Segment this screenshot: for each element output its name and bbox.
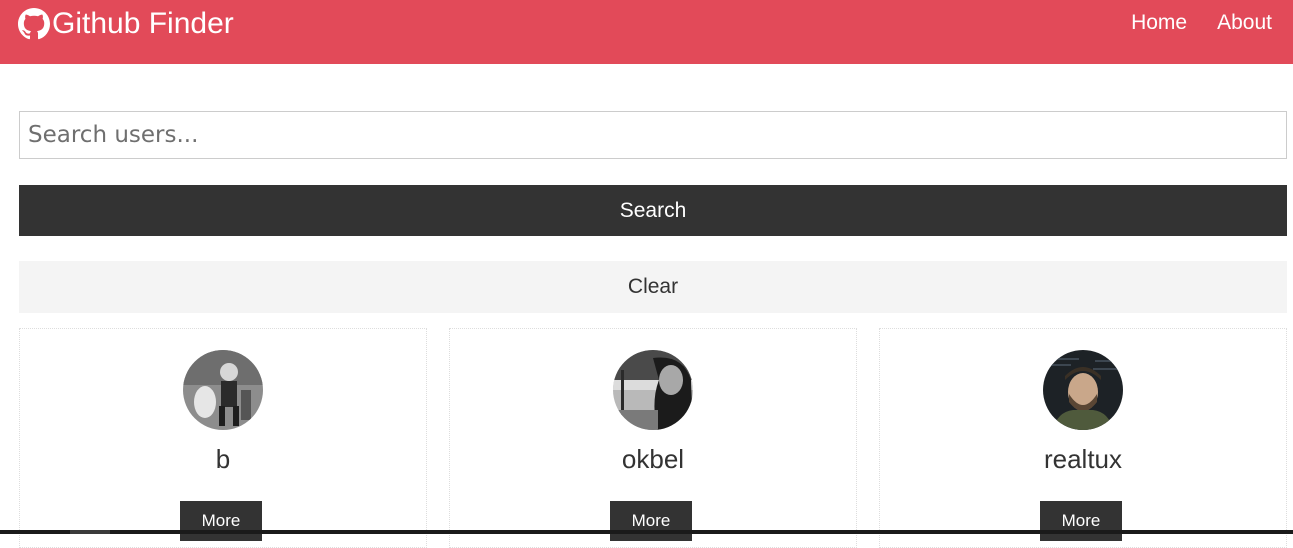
more-button[interactable]: More: [610, 501, 692, 541]
username: okbel: [621, 444, 685, 474]
user-card: okbel More: [449, 328, 857, 548]
nav-about-link[interactable]: About: [1217, 10, 1272, 36]
username: b: [215, 444, 231, 474]
search-button[interactable]: Search: [19, 185, 1287, 236]
clear-button[interactable]: Clear: [19, 261, 1287, 313]
app-title: Github Finder: [52, 7, 234, 40]
search-input[interactable]: [19, 111, 1287, 159]
nav-home-link[interactable]: Home: [1131, 10, 1187, 36]
avatar: [1043, 350, 1123, 430]
github-icon: [18, 8, 50, 40]
user-card: b More: [19, 328, 427, 548]
navbar: Github Finder Home About: [0, 0, 1293, 64]
more-button[interactable]: More: [1040, 501, 1122, 541]
more-button[interactable]: More: [180, 501, 262, 541]
avatar: [613, 350, 693, 430]
bottom-edge-segment: [70, 530, 110, 534]
username: realtux: [1043, 444, 1123, 474]
nav-links: Home About: [1131, 10, 1272, 36]
user-card: realtux More: [879, 328, 1287, 548]
window-bottom-edge: [0, 530, 1293, 534]
avatar: [183, 350, 263, 430]
brand[interactable]: Github Finder: [18, 7, 234, 41]
